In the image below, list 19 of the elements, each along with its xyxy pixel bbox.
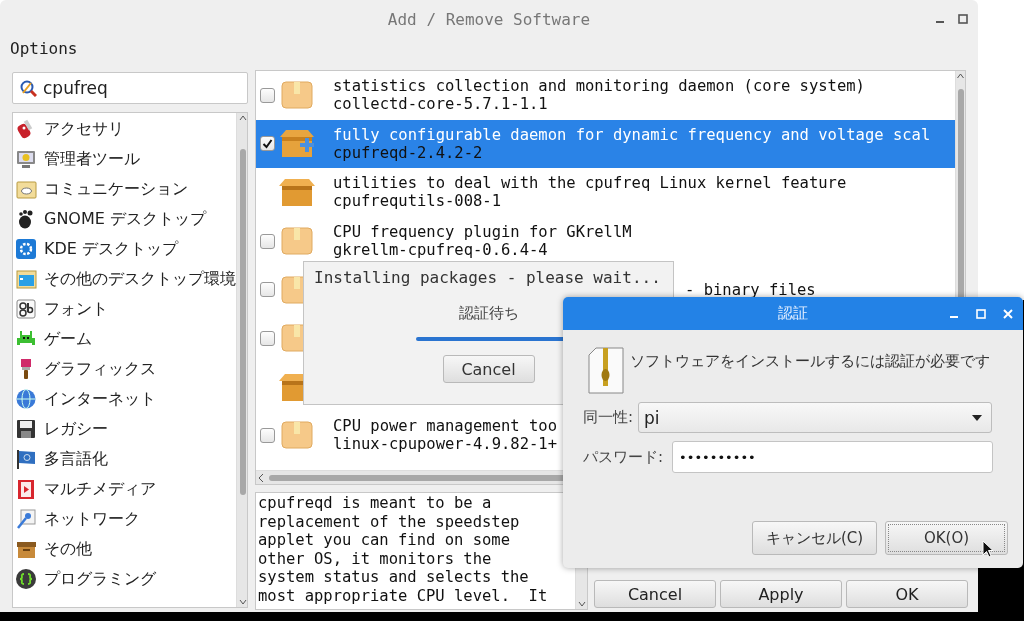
- package-name: cpufreqd-2.4.2-2: [333, 143, 483, 162]
- dialog-message: ソフトウェアをインストールするには認証が必要です: [630, 351, 990, 371]
- dialog-title: 認証: [778, 304, 808, 323]
- package-name: gkrellm-cpufreq-0.6.4-4: [333, 241, 548, 260]
- field-label: パスワード:: [583, 447, 664, 467]
- package-description: cpufreqd is meant to be a replacement of the speedstep applet you can find on some other OS, it monitors the system status and selects the most appropriate CPU level. It: [257, 493, 549, 607]
- field-label: 同一性:: [583, 408, 634, 427]
- package-summary: CPU power management too: [333, 417, 557, 436]
- package-summary: CPU frequency plugin for GKrellM: [333, 223, 632, 242]
- package-name: collectd-core-5.7.1-1.1: [333, 95, 548, 114]
- package-name: cpufrequtils-008-1: [333, 192, 501, 211]
- status-text: 認証待ち: [458, 304, 519, 323]
- package-name: linux-cpupower-4.9.82-1+: [333, 435, 557, 454]
- package-summary: statistics collection and monitoring daemon (core system): [333, 77, 865, 96]
- package-summary: fully configurable daemon for dynamic frequency and voltage scal: [333, 125, 931, 144]
- package-summary: - binary files: [685, 280, 816, 299]
- package-summary: utilities to deal with the cpufreq Linux kernel feature: [333, 174, 847, 193]
- dialog-title: Installing packages - please wait...: [314, 268, 661, 287]
- window-title: Add / Remove Software: [387, 9, 591, 29]
